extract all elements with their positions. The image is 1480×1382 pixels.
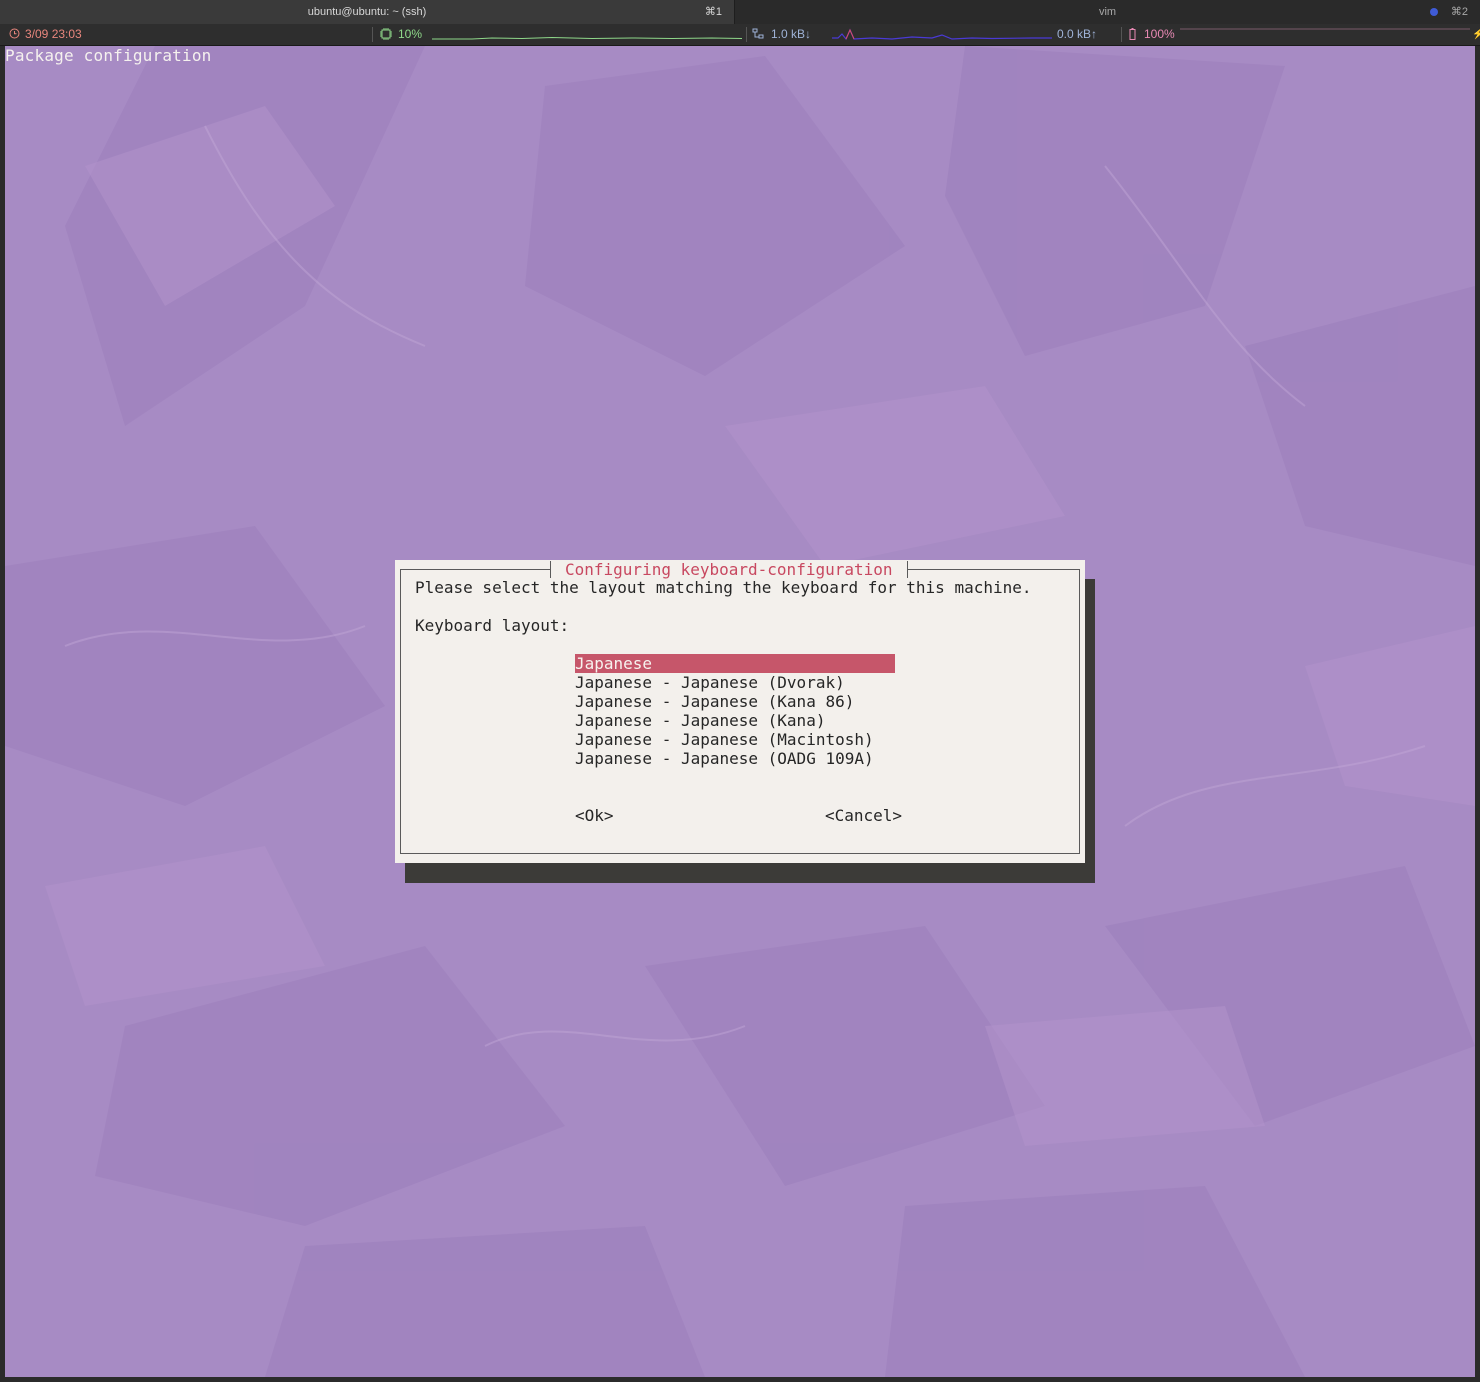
tab-ssh-shortcut: ⌘1 [704, 6, 722, 18]
tab-ssh-title: ubuntu@ubuntu: ~ (ssh) [307, 6, 427, 18]
layout-option-oadg-109a[interactable]: Japanese - Japanese (OADG 109A) [575, 749, 895, 768]
activity-dot-icon [1430, 8, 1438, 16]
network-down: 1.0 kB↓ [771, 27, 812, 41]
terminal-screen[interactable]: Package configuration Configuring keyboa… [5, 46, 1475, 1377]
terminal-window: ubuntu@ubuntu: ~ (ssh) ⌘1 vim ⌘2 3/09 23… [0, 0, 1480, 1382]
ok-button[interactable]: <Ok> [575, 806, 614, 825]
keyboard-config-dialog: Configuring keyboard-configuration Pleas… [395, 560, 1085, 863]
dialog-prompt: Please select the layout matching the ke… [415, 578, 1032, 597]
tab-ssh[interactable]: ubuntu@ubuntu: ~ (ssh) ⌘1 [0, 0, 735, 24]
status-bar: 3/09 23:03 10% 1.0 kB↓ 0.0 kB↑ 100% ⚡ [0, 24, 1480, 46]
keyboard-layout-label: Keyboard layout: [415, 616, 570, 635]
layout-option-kana[interactable]: Japanese - Japanese (Kana) [575, 711, 895, 730]
network-graph [832, 28, 1052, 41]
battery-icon [1129, 24, 1136, 45]
layout-option-dvorak[interactable]: Japanese - Japanese (Dvorak) [575, 673, 895, 692]
keyboard-layout-list[interactable]: Japanese Japanese - Japanese (Dvorak) Ja… [575, 654, 895, 768]
dialog-title-bar: Configuring keyboard-configuration [550, 560, 908, 579]
clock-icon [9, 24, 20, 45]
layout-option-kana-86[interactable]: Japanese - Japanese (Kana 86) [575, 692, 895, 711]
network-icon [752, 24, 765, 45]
network-up: 0.0 kB↑ [1057, 27, 1098, 41]
charging-icon: ⚡ [1472, 29, 1480, 40]
battery-level: 100% [1144, 27, 1175, 41]
dialog-title: Configuring keyboard-configuration [565, 560, 893, 579]
layout-option-macintosh[interactable]: Japanese - Japanese (Macintosh) [575, 730, 895, 749]
tab-vim[interactable]: vim ⌘2 [735, 0, 1480, 24]
datetime: 3/09 23:03 [25, 27, 82, 41]
cpu-graph [432, 36, 742, 40]
cpu-icon [380, 24, 392, 45]
tab-vim-title: vim [1098, 6, 1117, 18]
cancel-button[interactable]: <Cancel> [825, 806, 902, 825]
tab-vim-shortcut: ⌘2 [1450, 6, 1468, 18]
package-configuration-header: Package configuration [5, 46, 212, 65]
layout-option-japanese[interactable]: Japanese [575, 654, 895, 673]
tab-bar: ubuntu@ubuntu: ~ (ssh) ⌘1 vim ⌘2 [0, 0, 1480, 24]
cpu-usage: 10% [398, 27, 423, 41]
battery-graph [1180, 28, 1470, 30]
